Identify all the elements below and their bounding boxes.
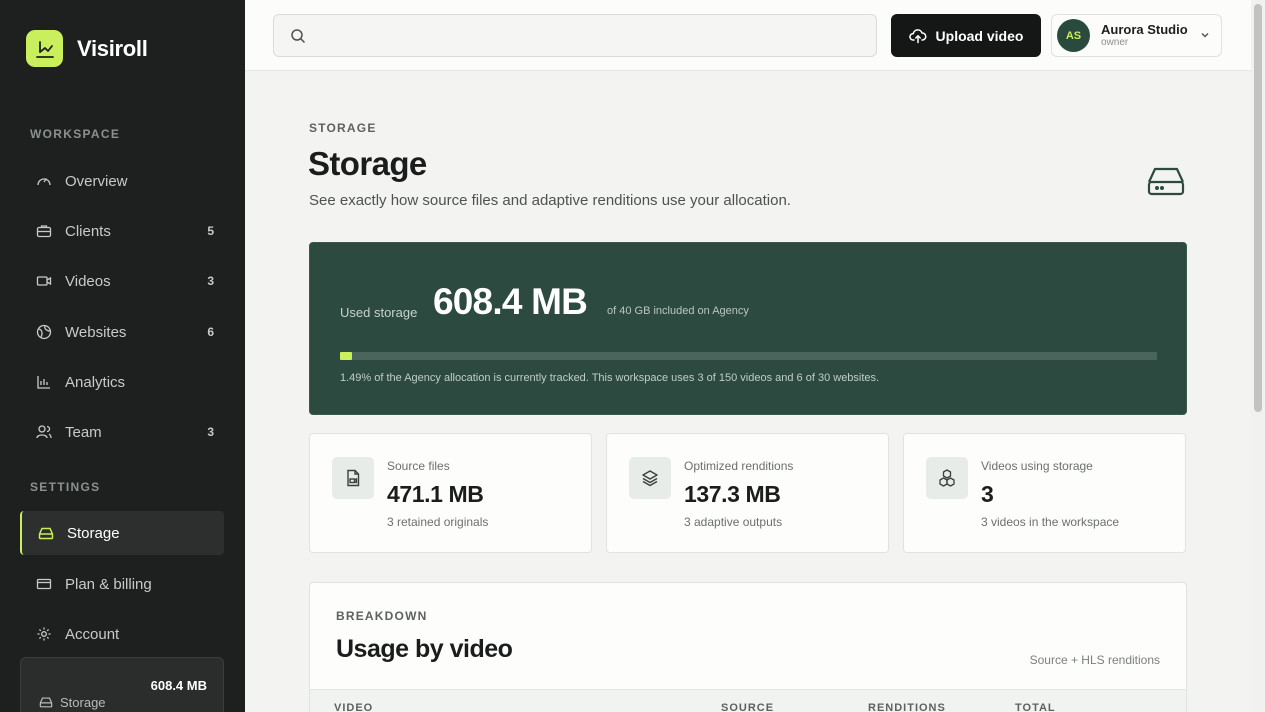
storage-progress-bar bbox=[340, 352, 1157, 360]
stat-subtext: 3 adaptive outputs bbox=[684, 515, 783, 529]
column-header-video[interactable]: VIDEO bbox=[334, 702, 373, 712]
stat-title: Source files bbox=[387, 459, 450, 473]
sidebar-item-plan-billing[interactable]: Plan & billing bbox=[20, 562, 224, 606]
stat-card-optimized-renditions: Optimized renditions 137.3 MB 3 adaptive… bbox=[606, 433, 889, 553]
users-icon bbox=[35, 423, 53, 441]
stat-subtext: 3 retained originals bbox=[387, 515, 489, 529]
breakdown-title: Usage by video bbox=[336, 635, 513, 663]
sidebar-item-analytics[interactable]: Analytics bbox=[20, 360, 224, 404]
stat-subtext: 3 videos in the workspace bbox=[981, 515, 1120, 529]
video-icon bbox=[35, 272, 53, 290]
user-name: Aurora Studio bbox=[1101, 21, 1188, 37]
videos-count-badge: 3 bbox=[207, 274, 214, 288]
clients-count-badge: 5 bbox=[207, 224, 214, 238]
cloud-upload-icon bbox=[908, 28, 927, 44]
topbar: Upload video AS Aurora Studio owner bbox=[245, 0, 1251, 71]
file-icon bbox=[332, 457, 374, 499]
sidebar-item-websites[interactable]: Websites 6 bbox=[20, 310, 224, 354]
sidebar-item-label: Overview bbox=[65, 172, 128, 190]
column-header-renditions[interactable]: RENDITIONS bbox=[868, 702, 946, 712]
credit-card-icon bbox=[35, 575, 53, 593]
layers-icon bbox=[629, 457, 671, 499]
sidebar-item-label: Account bbox=[65, 625, 120, 643]
team-count-badge: 3 bbox=[207, 425, 214, 439]
stat-value: 471.1 MB bbox=[387, 481, 484, 507]
upload-video-button[interactable]: Upload video bbox=[891, 14, 1041, 57]
websites-count-badge: 6 bbox=[207, 325, 214, 339]
sidebar-item-storage[interactable]: Storage bbox=[20, 511, 224, 555]
drive-icon bbox=[37, 524, 55, 542]
stat-value: 3 bbox=[981, 481, 994, 507]
brand[interactable]: Visiroll bbox=[26, 30, 148, 67]
drive-icon bbox=[39, 697, 53, 708]
stat-card-source-files: Source files 471.1 MB 3 retained origina… bbox=[309, 433, 592, 553]
used-storage-label: Used storage bbox=[340, 305, 418, 320]
storage-usage-panel: Used storage 608.4 MB of 40 GB included … bbox=[309, 242, 1187, 415]
used-storage-value: 608.4 MB bbox=[433, 281, 588, 322]
sidebar-storage-summary[interactable]: Storage 608.4 MB bbox=[20, 657, 224, 712]
sidebar-item-label: Team bbox=[65, 423, 102, 441]
storage-mini-value: 608.4 MB bbox=[150, 678, 207, 693]
user-role: owner bbox=[1101, 37, 1129, 49]
stat-title: Optimized renditions bbox=[684, 459, 794, 473]
search-icon bbox=[291, 28, 306, 43]
settings-section-label: SETTINGS bbox=[30, 480, 101, 494]
gear-icon bbox=[35, 625, 53, 643]
column-header-source[interactable]: SOURCE bbox=[721, 702, 774, 712]
stat-value: 137.3 MB bbox=[684, 481, 781, 507]
sidebar-item-team[interactable]: Team 3 bbox=[20, 410, 224, 454]
stat-card-videos-using-storage: Videos using storage 3 3 videos in the w… bbox=[903, 433, 1186, 553]
sidebar-item-clients[interactable]: Clients 5 bbox=[20, 209, 224, 253]
page-title: Storage bbox=[308, 145, 427, 182]
user-info: Aurora Studio owner bbox=[1101, 22, 1188, 50]
page-eyebrow: STORAGE bbox=[309, 121, 377, 135]
scrollbar-thumb[interactable] bbox=[1254, 4, 1262, 412]
search-bar[interactable] bbox=[273, 14, 877, 57]
gauge-icon bbox=[35, 172, 53, 190]
column-header-total[interactable]: TOTAL bbox=[1015, 702, 1056, 712]
sidebar-item-label: Clients bbox=[65, 222, 111, 240]
brand-name: Visiroll bbox=[77, 35, 148, 61]
storage-allocation-text: of 40 GB included on Agency bbox=[607, 305, 749, 317]
brand-logo-icon bbox=[26, 30, 63, 67]
storage-mini-label: Storage bbox=[60, 694, 106, 710]
sidebar-item-label: Videos bbox=[65, 272, 111, 290]
cubes-icon bbox=[926, 457, 968, 499]
sidebar-item-label: Websites bbox=[65, 323, 127, 341]
storage-usage-note: 1.49% of the Agency allocation is curren… bbox=[340, 372, 880, 384]
upload-video-label: Upload video bbox=[935, 27, 1024, 44]
usage-breakdown-card: BREAKDOWN Usage by video Source + HLS re… bbox=[309, 582, 1187, 712]
hard-drive-icon bbox=[1146, 164, 1186, 203]
sidebar-item-overview[interactable]: Overview bbox=[20, 159, 224, 203]
bar-chart-icon bbox=[35, 373, 53, 391]
workspace-section-label: WORKSPACE bbox=[30, 127, 121, 141]
globe-icon bbox=[35, 323, 53, 341]
page-scrollbar[interactable] bbox=[1251, 0, 1265, 712]
search-input[interactable] bbox=[316, 27, 856, 44]
page-subtitle: See exactly how source files and adaptiv… bbox=[309, 192, 791, 209]
sidebar-item-account[interactable]: Account bbox=[20, 612, 224, 656]
sidebar-item-label: Plan & billing bbox=[65, 575, 152, 593]
user-menu[interactable]: AS Aurora Studio owner bbox=[1051, 14, 1222, 57]
stat-title: Videos using storage bbox=[981, 459, 1093, 473]
usage-table-header: VIDEO SOURCE RENDITIONS TOTAL bbox=[310, 689, 1186, 712]
chevron-down-icon bbox=[1201, 33, 1209, 38]
breakdown-hint: Source + HLS renditions bbox=[1029, 653, 1160, 667]
sidebar-item-label: Storage bbox=[67, 524, 120, 542]
storage-mini-label-wrap: Storage bbox=[39, 678, 106, 712]
avatar: AS bbox=[1057, 19, 1090, 52]
sidebar: Visiroll WORKSPACE Overview Clients 5 Vi… bbox=[0, 0, 245, 712]
briefcase-icon bbox=[35, 222, 53, 240]
breakdown-eyebrow: BREAKDOWN bbox=[336, 609, 428, 623]
sidebar-item-label: Analytics bbox=[65, 373, 126, 391]
storage-progress-fill bbox=[340, 352, 353, 360]
sidebar-item-videos[interactable]: Videos 3 bbox=[20, 259, 224, 303]
